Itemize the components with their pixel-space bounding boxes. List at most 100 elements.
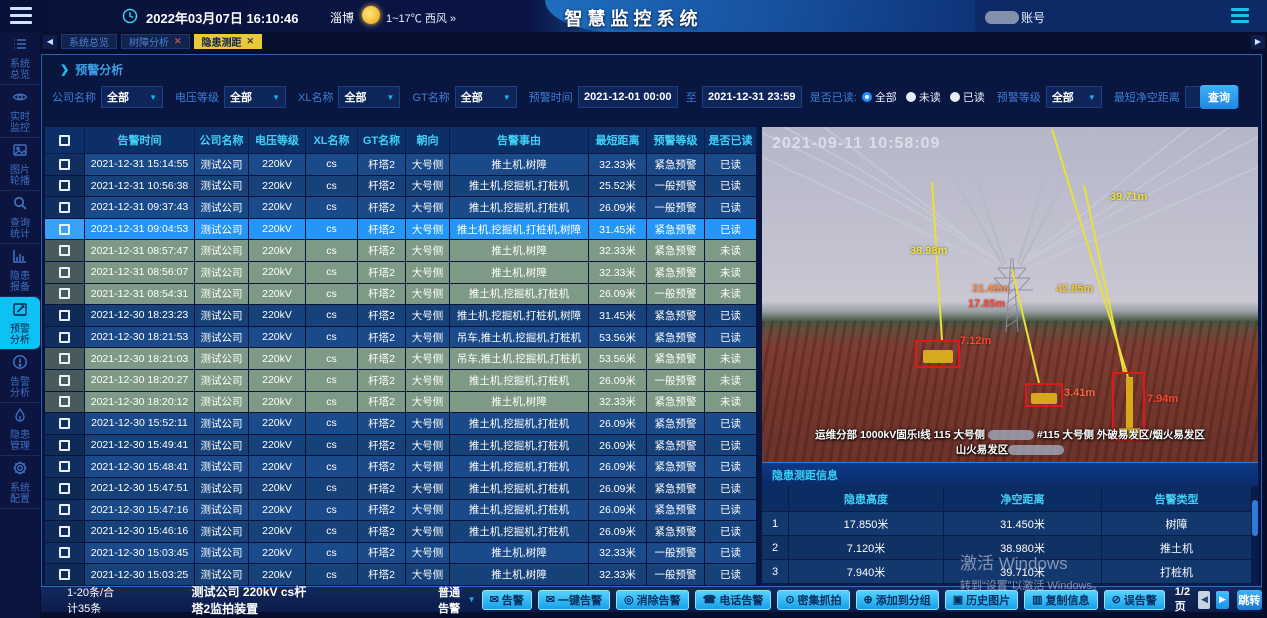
sidebar-item-查询统计[interactable]: 查询统计 [0, 191, 40, 244]
tab-close-icon[interactable]: ✕ [174, 36, 182, 47]
tab-3[interactable]: 隐患测距✕ [194, 34, 263, 49]
checkbox-icon[interactable] [59, 569, 70, 580]
row-checkbox-cell[interactable] [45, 543, 85, 565]
table-row[interactable]: 2021-12-31 08:57:47测试公司220kVcs杆塔2大号侧推土机,… [45, 240, 757, 262]
table-row[interactable]: 2021-12-31 10:56:38测试公司220kVcs杆塔2大号侧推土机,… [45, 176, 757, 198]
row-checkbox-cell[interactable] [45, 219, 85, 241]
hazard-row[interactable]: 117.850米31.450米树障 [762, 512, 1258, 536]
sidebar-item-系统配置[interactable]: 系统配置 [0, 456, 40, 509]
table-row[interactable]: 2021-12-30 15:47:51测试公司220kVcs杆塔2大号侧推土机,… [45, 478, 757, 500]
row-checkbox-cell[interactable] [45, 262, 85, 284]
tabs-scroll-right-icon[interactable]: ▶ [1251, 35, 1265, 49]
button-添加到分组[interactable]: ⊕添加到分组 [856, 590, 939, 610]
button-一键告警[interactable]: ✉一键告警 [538, 590, 610, 610]
row-checkbox-cell[interactable] [45, 327, 85, 349]
checkbox-icon[interactable] [59, 353, 70, 364]
checkbox-icon[interactable] [59, 202, 70, 213]
row-checkbox-cell[interactable] [45, 305, 85, 327]
time-to-input[interactable]: 2021-12-31 23:59 [702, 86, 802, 108]
checkbox-icon[interactable] [59, 180, 70, 191]
company-select[interactable]: 全部▼ [101, 86, 163, 108]
table-row[interactable]: 2021-12-31 15:14:55测试公司220kVcs杆塔2大号侧推土机,… [45, 154, 757, 176]
button-电话告警[interactable]: ☎电话告警 [695, 590, 772, 610]
row-checkbox-cell[interactable] [45, 370, 85, 392]
checkbox-icon[interactable] [59, 332, 70, 343]
checkbox-icon[interactable] [59, 504, 70, 515]
button-告警[interactable]: ✉告警 [482, 590, 532, 610]
checkbox-icon[interactable] [59, 526, 70, 537]
checkbox-icon[interactable] [59, 396, 70, 407]
voltage-select[interactable]: 全部▼ [224, 86, 286, 108]
checkbox-icon[interactable] [59, 547, 70, 558]
table-row[interactable]: 2021-12-30 15:46:16测试公司220kVcs杆塔2大号侧推土机,… [45, 521, 757, 543]
checkbox-icon[interactable] [59, 483, 70, 494]
row-checkbox-cell[interactable] [45, 435, 85, 457]
tab-1[interactable]: 系统总览 [61, 34, 117, 49]
row-checkbox-cell[interactable] [45, 456, 85, 478]
checkbox-icon[interactable] [59, 288, 70, 299]
table-row[interactable]: 2021-12-30 18:20:27测试公司220kVcs杆塔2大号侧推土机,… [45, 370, 757, 392]
table-row[interactable]: 2021-12-30 15:52:11测试公司220kVcs杆塔2大号侧推土机,… [45, 413, 757, 435]
row-checkbox-cell[interactable] [45, 348, 85, 370]
checkbox-icon[interactable] [59, 267, 70, 278]
sidebar-item-告警分析[interactable]: 告警分析 [0, 350, 40, 403]
jump-button[interactable]: 跳转 [1237, 590, 1262, 610]
checkbox-icon[interactable] [59, 135, 70, 146]
scrollbar-thumb[interactable] [1252, 500, 1258, 536]
button-消除告警[interactable]: ◎消除告警 [616, 590, 689, 610]
table-row[interactable]: 2021-12-31 08:54:31测试公司220kVcs杆塔2大号侧推土机,… [45, 284, 757, 306]
table-row[interactable]: 2021-12-31 08:56:07测试公司220kVcs杆塔2大号侧推土机,… [45, 262, 757, 284]
row-checkbox-cell[interactable] [45, 392, 85, 414]
menu-list-icon[interactable] [1231, 8, 1249, 23]
row-checkbox-cell[interactable] [45, 154, 85, 176]
row-checkbox-cell[interactable] [45, 197, 85, 219]
read-radio-0[interactable]: 全部 [862, 89, 897, 105]
table-row[interactable]: 2021-12-30 15:48:41测试公司220kVcs杆塔2大号侧推土机,… [45, 456, 757, 478]
row-checkbox-cell[interactable] [45, 413, 85, 435]
button-密集抓拍[interactable]: ⊙密集抓拍 [777, 590, 849, 610]
hazard-row[interactable]: 27.120米38.980米推土机 [762, 536, 1258, 560]
table-row[interactable]: 2021-12-30 15:47:16测试公司220kVcs杆塔2大号侧推土机,… [45, 500, 757, 522]
camera-image[interactable]: 2021-09-11 10:58:09 39.71m38.98m31.45m17… [762, 127, 1258, 462]
next-page-button[interactable]: ▶ [1216, 591, 1228, 609]
query-button[interactable]: 查询 [1200, 85, 1238, 109]
button-历史图片[interactable]: ▣历史图片 [945, 590, 1018, 610]
row-checkbox-cell[interactable] [45, 521, 85, 543]
alarm-type-dropdown[interactable]: 普通告警▼ [438, 584, 475, 616]
checkbox-icon[interactable] [59, 245, 70, 256]
select-all-checkbox-cell[interactable] [45, 127, 85, 154]
table-row[interactable]: 2021-12-31 09:04:53测试公司220kVcs杆塔2大号侧推土机,… [45, 219, 757, 241]
table-row[interactable]: 2021-12-31 09:37:43测试公司220kVcs杆塔2大号侧推土机,… [45, 197, 757, 219]
scrollbar[interactable] [1252, 486, 1258, 586]
table-row[interactable]: 2021-12-30 18:23:23测试公司220kVcs杆塔2大号侧推土机,… [45, 305, 757, 327]
checkbox-icon[interactable] [59, 310, 70, 321]
read-radio-2[interactable]: 已读 [950, 89, 985, 105]
hamburger-menu-icon[interactable] [10, 7, 32, 24]
table-row[interactable]: 2021-12-30 15:49:41测试公司220kVcs杆塔2大号侧推土机,… [45, 435, 757, 457]
time-from-input[interactable]: 2021-12-01 00:00 [578, 86, 678, 108]
sidebar-item-隐患管理[interactable]: 隐患管理 [0, 403, 40, 456]
checkbox-icon[interactable] [59, 375, 70, 386]
button-误告警[interactable]: ⊘误告警 [1104, 590, 1165, 610]
tabs-scroll-left-icon[interactable]: ◀ [43, 35, 57, 49]
sidebar-item-隐患报备[interactable]: 隐患报备 [0, 244, 40, 297]
sidebar-item-系统总览[interactable]: 系统总览 [0, 32, 40, 85]
prev-page-button[interactable]: ◀ [1198, 591, 1210, 609]
row-checkbox-cell[interactable] [45, 478, 85, 500]
gt-select[interactable]: 全部▼ [455, 86, 517, 108]
table-row[interactable]: 2021-12-30 15:03:45测试公司220kVcs杆塔2大号侧推土机,… [45, 543, 757, 565]
checkbox-icon[interactable] [59, 159, 70, 170]
table-row[interactable]: 2021-12-30 18:21:53测试公司220kVcs杆塔2大号侧吊车,推… [45, 327, 757, 349]
checkbox-icon[interactable] [59, 418, 70, 429]
table-row[interactable]: 2021-12-30 18:21:03测试公司220kVcs杆塔2大号侧吊车,推… [45, 348, 757, 370]
sidebar-item-图片轮播[interactable]: 图片轮播 [0, 138, 40, 191]
xl-select[interactable]: 全部▼ [338, 86, 400, 108]
hazard-row[interactable]: 37.940米39.710米打桩机 [762, 560, 1258, 584]
tab-close-icon[interactable]: ✕ [247, 36, 255, 47]
checkbox-icon[interactable] [59, 461, 70, 472]
level-select[interactable]: 全部▼ [1046, 86, 1102, 108]
row-checkbox-cell[interactable] [45, 240, 85, 262]
sidebar-item-预警分析[interactable]: 预警分析 [0, 297, 40, 350]
table-row[interactable]: 2021-12-30 18:20:12测试公司220kVcs杆塔2大号侧推土机,… [45, 392, 757, 414]
read-radio-1[interactable]: 未读 [906, 89, 941, 105]
